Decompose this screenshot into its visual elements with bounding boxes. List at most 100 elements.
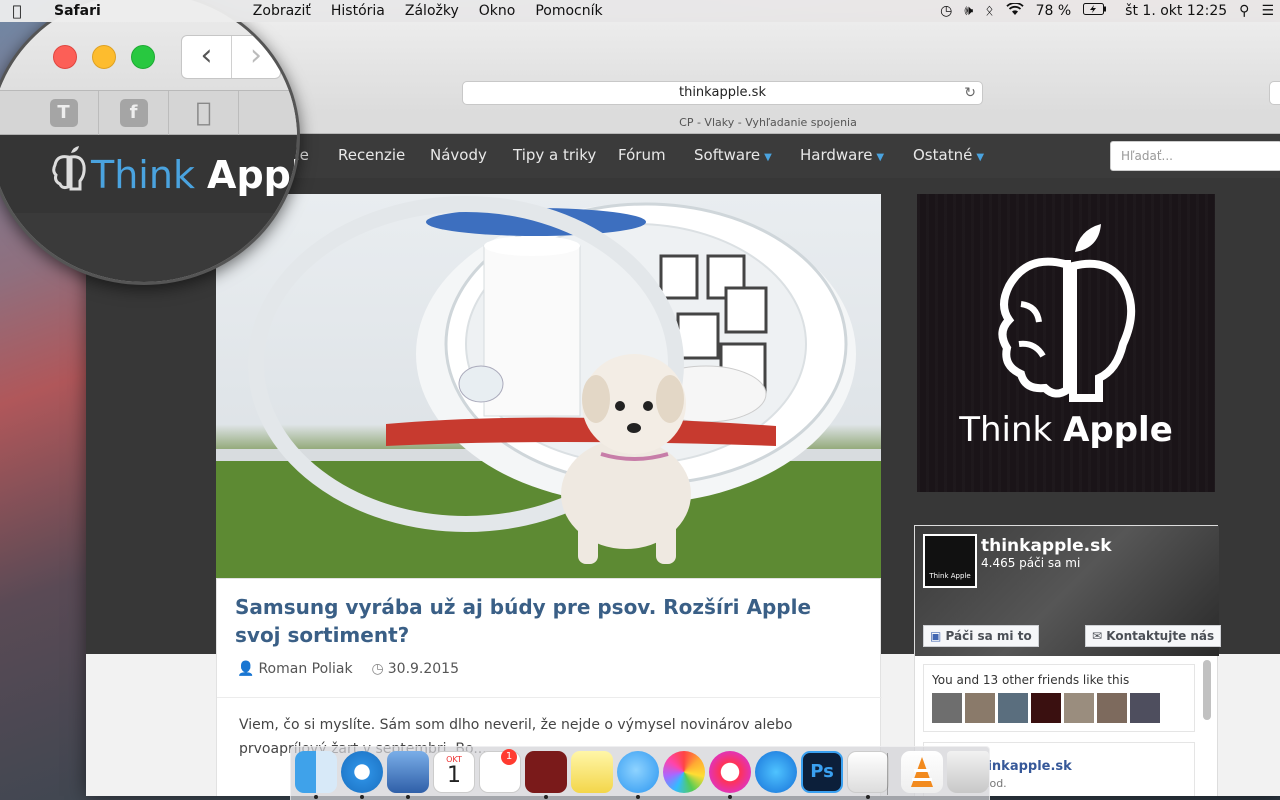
nav-ostatne[interactable]: Ostatné ▼: [913, 146, 984, 164]
scrollbar[interactable]: [1203, 660, 1211, 720]
volume-icon[interactable]: 🕪: [958, 3, 979, 19]
clock-icon: ◷: [371, 661, 384, 677]
menu-zalozky[interactable]: Záložky: [395, 3, 469, 19]
friend-avatar[interactable]: [1031, 693, 1061, 723]
running-indicator: [866, 795, 870, 799]
friend-avatar[interactable]: [932, 693, 962, 723]
favorite-thinkapple[interactable]: T: [29, 91, 99, 135]
navigation-buttons: ‹ ›: [181, 35, 281, 79]
back-icon[interactable]: ‹: [182, 36, 231, 78]
menu-zobrazit[interactable]: Zobraziť: [243, 3, 321, 19]
status-area: ◷ 🕪 ᛟ 78 % št 1. okt 12:25 ⚲ ☰: [934, 0, 1280, 22]
trash-icon[interactable]: [947, 751, 989, 793]
wifi-icon[interactable]: [1000, 1, 1030, 20]
running-indicator: [360, 795, 364, 799]
menu-app-name[interactable]: Safari: [34, 3, 101, 19]
article-image[interactable]: [216, 194, 881, 578]
calendar-icon[interactable]: OKT 1: [433, 751, 475, 793]
nav-navody[interactable]: Návody: [430, 146, 487, 164]
friend-avatar[interactable]: [1097, 693, 1127, 723]
article-title[interactable]: Samsung vyrába už aj búdy pre psov. Rozš…: [235, 593, 855, 649]
think-apple-head-icon: [52, 146, 86, 191]
facebook-friends-box: You and 13 other friends like this: [923, 664, 1195, 732]
user-icon: 👤: [237, 661, 255, 677]
apple-menu-icon[interactable]: : [0, 2, 34, 20]
facebook-friend-faces: [932, 693, 1160, 723]
chevron-down-icon: ▼: [876, 152, 885, 163]
friend-avatar[interactable]: [965, 693, 995, 723]
chevron-down-icon: ▼: [976, 152, 985, 163]
magnified-content-bg: [0, 213, 297, 282]
address-bar[interactable]: thinkapple.sk ↻: [462, 81, 983, 105]
article-meta: 👤 Roman Poliak ◷ 30.9.2015: [237, 661, 459, 677]
favorite-apple[interactable]: : [169, 91, 239, 135]
bluetooth-icon[interactable]: ᛟ: [979, 3, 999, 19]
apple-icon: : [190, 99, 218, 127]
vlc-icon[interactable]: [901, 751, 943, 793]
dock: OKT 1 1 Ps: [290, 746, 990, 800]
facebook-icon: ▣: [930, 629, 942, 643]
sidebar-logo-banner[interactable]: Think Apple: [917, 194, 1215, 492]
reload-icon[interactable]: ↻: [964, 82, 976, 104]
search-input[interactable]: Hľadať...: [1110, 141, 1280, 171]
pages-icon[interactable]: [847, 751, 889, 793]
running-indicator: [636, 795, 640, 799]
menu-historia[interactable]: História: [321, 3, 395, 19]
site-logo[interactable]: Think Apple: [91, 153, 297, 197]
letter-t-icon: T: [49, 99, 78, 127]
forward-icon[interactable]: ›: [230, 36, 280, 78]
running-indicator: [544, 795, 548, 799]
magnifier-loupe: ‹ › T f  Think Apple: [0, 0, 300, 285]
zoom-button[interactable]: [131, 45, 155, 69]
nav-recenzie[interactable]: Recenzie: [338, 146, 405, 164]
photos-icon[interactable]: [663, 751, 705, 793]
battery-percent[interactable]: 78 %: [1030, 3, 1078, 19]
facebook-contact-button[interactable]: ✉ Kontaktujte nás: [1085, 625, 1222, 647]
chevron-down-icon: ▼: [764, 152, 772, 163]
nav-forum[interactable]: Fórum: [618, 146, 666, 164]
clock[interactable]: št 1. okt 12:25: [1113, 3, 1233, 19]
facebook-page-avatar[interactable]: Think Apple: [923, 534, 977, 588]
menu-pomocnik[interactable]: Pomocník: [525, 3, 612, 19]
battery-icon[interactable]: [1077, 3, 1113, 19]
app-store-icon[interactable]: [755, 751, 797, 793]
favorite-facebook[interactable]: f: [99, 91, 169, 135]
toolbar-button-stub[interactable]: [1269, 81, 1280, 105]
friend-avatar[interactable]: [998, 693, 1028, 723]
reminders-badge: 1: [501, 749, 517, 765]
menu-bar:  Safari Zobraziť História Záložky Okno …: [0, 0, 1280, 22]
notes-icon[interactable]: [571, 751, 613, 793]
spotlight-icon[interactable]: ⚲: [1233, 3, 1255, 19]
facebook-like-count: 4.465 páči sa mi: [981, 556, 1081, 570]
nav-tipy-a-triky[interactable]: Tipy a triky: [513, 146, 596, 164]
minimize-button[interactable]: [92, 45, 116, 69]
dock-separator: [887, 753, 888, 795]
article-date: 30.9.2015: [387, 661, 460, 677]
mail-icon[interactable]: [387, 751, 429, 793]
menu-okno[interactable]: Okno: [469, 3, 526, 19]
facebook-friends-text: You and 13 other friends like this: [932, 673, 1130, 687]
messages-icon[interactable]: [617, 751, 659, 793]
url-text: thinkapple.sk: [678, 85, 766, 100]
calendar-day: 1: [447, 763, 461, 788]
facebook-like-button[interactable]: ▣ Páči sa mi to: [923, 625, 1039, 647]
photo-booth-icon[interactable]: [525, 751, 567, 793]
finder-icon[interactable]: [295, 751, 337, 793]
itunes-icon[interactable]: [709, 751, 751, 793]
close-button[interactable]: [53, 45, 77, 69]
running-indicator: [314, 795, 318, 799]
running-indicator: [406, 795, 410, 799]
photoshop-icon[interactable]: Ps: [801, 751, 843, 793]
running-indicator: [728, 795, 732, 799]
friend-avatar[interactable]: [1130, 693, 1160, 723]
article-author[interactable]: Roman Poliak: [258, 661, 352, 677]
time-machine-icon[interactable]: ◷: [934, 3, 958, 19]
friend-avatar[interactable]: [1064, 693, 1094, 723]
facebook-page-name[interactable]: thinkapple.sk: [981, 536, 1112, 556]
safari-icon[interactable]: [341, 751, 383, 793]
nav-software[interactable]: Software ▼: [694, 146, 772, 164]
notification-center-icon[interactable]: ☰: [1255, 3, 1280, 19]
nav-hardware[interactable]: Hardware ▼: [800, 146, 884, 164]
favorite-empty[interactable]: [239, 91, 297, 135]
divider: [217, 697, 882, 698]
